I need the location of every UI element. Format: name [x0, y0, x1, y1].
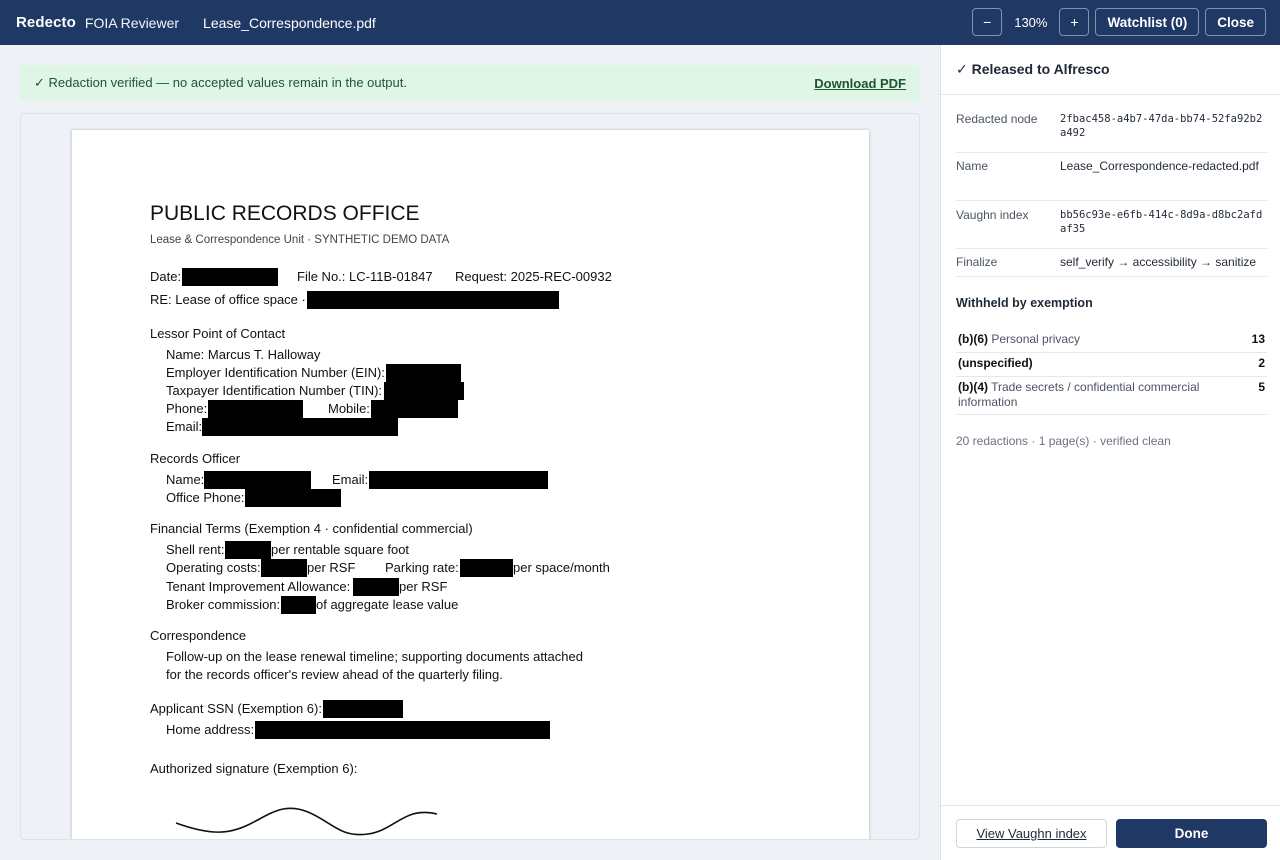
- doc-parking-rate-label: Parking rate:: [385, 560, 459, 575]
- exemption-code: (unspecified): [958, 356, 1033, 370]
- zoom-in-button[interactable]: +: [1059, 8, 1090, 36]
- field-name: Name Lease_Correspondence-redacted.pdf: [956, 159, 1267, 201]
- doc-shell-rent-label: Shell rent:: [166, 542, 225, 557]
- zoom-out-button[interactable]: −: [972, 8, 1003, 36]
- done-button[interactable]: Done: [1116, 819, 1267, 848]
- redaction-box: [255, 721, 550, 739]
- doc-shell-rent-suffix: per rentable square foot: [271, 542, 410, 557]
- redaction-box: [281, 596, 316, 614]
- app-brand: Redecto: [16, 14, 76, 31]
- doc-section-correspondence: Correspondence: [150, 628, 247, 643]
- doc-ssn-label: Applicant SSN (Exemption 6):: [150, 701, 322, 716]
- redaction-box: [386, 364, 461, 382]
- exemption-code: (b)(4): [958, 380, 988, 394]
- doc-lessor-name: Name: Marcus T. Halloway: [166, 347, 321, 362]
- exemption-row: (unspecified) 2: [956, 356, 1267, 377]
- exemption-desc: Trade secrets / confidential commercial …: [958, 380, 1200, 409]
- doc-correspondence-line-2: for the records officer's review ahead o…: [166, 667, 503, 682]
- document-viewer[interactable]: PUBLIC RECORDS OFFICE Lease & Correspond…: [20, 113, 920, 840]
- main-area: ✓ Redaction verified — no accepted value…: [0, 45, 940, 860]
- doc-home-address-label: Home address:: [166, 722, 255, 737]
- field-finalize: Finalize self_verify → accessibility → s…: [956, 255, 1267, 277]
- field-value: self_verify → accessibility → sanitize: [1060, 255, 1257, 269]
- exemption-row: (b)(4) Trade secrets / confidential comm…: [956, 380, 1267, 415]
- doc-operating-costs-suffix: per RSF: [307, 560, 356, 575]
- view-vaughn-index-button[interactable]: View Vaughn index: [956, 819, 1107, 848]
- doc-parking-suffix: per space/month: [513, 560, 610, 575]
- doc-date-label: Date:: [150, 269, 182, 284]
- doc-section-financial: Financial Terms (Exemption 4 · confident…: [150, 521, 473, 536]
- product-name: FOIA Reviewer: [84, 14, 180, 31]
- doc-signature-label: Authorized signature (Exemption 6):: [150, 761, 358, 776]
- doc-ein-label: Employer Identification Number (EIN):: [166, 365, 385, 380]
- doc-correspondence-line-1: Follow-up on the lease renewal timeline;…: [166, 649, 583, 664]
- redaction-box: [202, 418, 398, 436]
- doc-section-lessor: Lessor Point of Contact: [150, 326, 286, 341]
- redaction-box: [225, 541, 271, 559]
- signature-image: [175, 807, 438, 836]
- exemption-count: 13: [1251, 332, 1265, 346]
- redaction-box: [208, 400, 303, 418]
- redaction-box: [182, 268, 278, 286]
- zoom-level: 130%: [1014, 14, 1048, 30]
- redaction-box: [384, 382, 464, 400]
- release-panel: ✓ Released to Alfresco Redacted node 2fb…: [940, 45, 1280, 860]
- redaction-box: [245, 489, 341, 507]
- field-label: Name: [956, 159, 989, 173]
- exemption-code: (b)(6): [958, 332, 988, 346]
- field-label: Finalize: [956, 255, 998, 269]
- field-value: Lease_Correspondence-redacted.pdf: [1060, 159, 1259, 173]
- field-value: bb56c93e-e6fb-414c-8d9a-d8bc2afdaf35: [1060, 209, 1263, 235]
- field-value: 2fbac458-a4b7-47da-bb74-52fa92b2a492: [1060, 113, 1263, 139]
- panel-footer: View Vaughn index Done: [941, 805, 1280, 860]
- doc-broker-label: Broker commission:: [166, 597, 281, 612]
- verification-message: ✓ Redaction verified — no accepted value…: [34, 75, 407, 90]
- doc-request: Request: 2025-REC-00932: [455, 269, 612, 284]
- doc-title: PUBLIC RECORDS OFFICE: [150, 202, 420, 225]
- doc-officer-email-label: Email:: [332, 472, 369, 487]
- doc-officer-name-label: Name:: [166, 472, 205, 487]
- field-label: Redacted node: [956, 112, 1038, 126]
- redaction-box: [460, 559, 513, 577]
- toolbar-actions: − 130% + Watchlist (0) Close: [972, 8, 1266, 36]
- exemption-count: 5: [1258, 380, 1265, 394]
- doc-re: RE: Lease of office space ·: [150, 292, 306, 307]
- doc-section-officer: Records Officer: [150, 451, 241, 466]
- redaction-box: [307, 291, 559, 309]
- redaction-box: [261, 559, 307, 577]
- doc-tia-suffix: per RSF: [399, 579, 448, 594]
- doc-mobile-label: Mobile:: [328, 401, 370, 416]
- field-vaughn-index: Vaughn index bb56c93e-e6fb-414c-8d9a-d8b…: [956, 208, 1267, 249]
- doc-tia-label: Tenant Improvement Allowance:: [166, 579, 351, 594]
- doc-phone-label: Phone:: [166, 401, 208, 416]
- doc-broker-suffix: of aggregate lease value: [316, 597, 459, 612]
- redaction-box: [369, 471, 548, 489]
- doc-tin-label: Taxpayer Identification Number (TIN):: [166, 383, 383, 398]
- document-page: PUBLIC RECORDS OFFICE Lease & Correspond…: [72, 130, 869, 839]
- redaction-box: [323, 700, 403, 718]
- withheld-title: Withheld by exemption: [956, 296, 1093, 310]
- doc-office-phone-label: Office Phone:: [166, 490, 245, 505]
- doc-file-no: File No.: LC-11B-01847: [297, 269, 433, 284]
- doc-email-label: Email:: [166, 419, 203, 434]
- top-bar: Redecto FOIA Reviewer Lease_Corresponden…: [0, 0, 1280, 45]
- redaction-summary: 20 redactions · 1 page(s) · verified cle…: [956, 434, 1171, 448]
- redaction-box: [353, 578, 399, 596]
- exemption-count: 2: [1258, 356, 1265, 370]
- exemption-row: (b)(6) Personal privacy 13: [956, 332, 1267, 353]
- close-button[interactable]: Close: [1205, 8, 1266, 36]
- doc-subtitle: Lease & Correspondence Unit · SYNTHETIC …: [150, 234, 450, 246]
- download-pdf-link[interactable]: Download PDF: [814, 76, 906, 91]
- watchlist-button[interactable]: Watchlist (0): [1095, 8, 1200, 36]
- document-filename: Lease_Correspondence.pdf: [203, 14, 376, 31]
- verification-banner: ✓ Redaction verified — no accepted value…: [20, 65, 920, 101]
- exemption-desc: Personal privacy: [991, 332, 1081, 346]
- field-redacted-node: Redacted node 2fbac458-a4b7-47da-bb74-52…: [956, 112, 1267, 153]
- field-label: Vaughn index: [956, 208, 1029, 222]
- panel-header: ✓ Released to Alfresco: [941, 45, 1280, 95]
- redaction-box: [204, 471, 311, 489]
- redaction-box: [371, 400, 458, 418]
- doc-operating-costs-label: Operating costs:: [166, 560, 261, 575]
